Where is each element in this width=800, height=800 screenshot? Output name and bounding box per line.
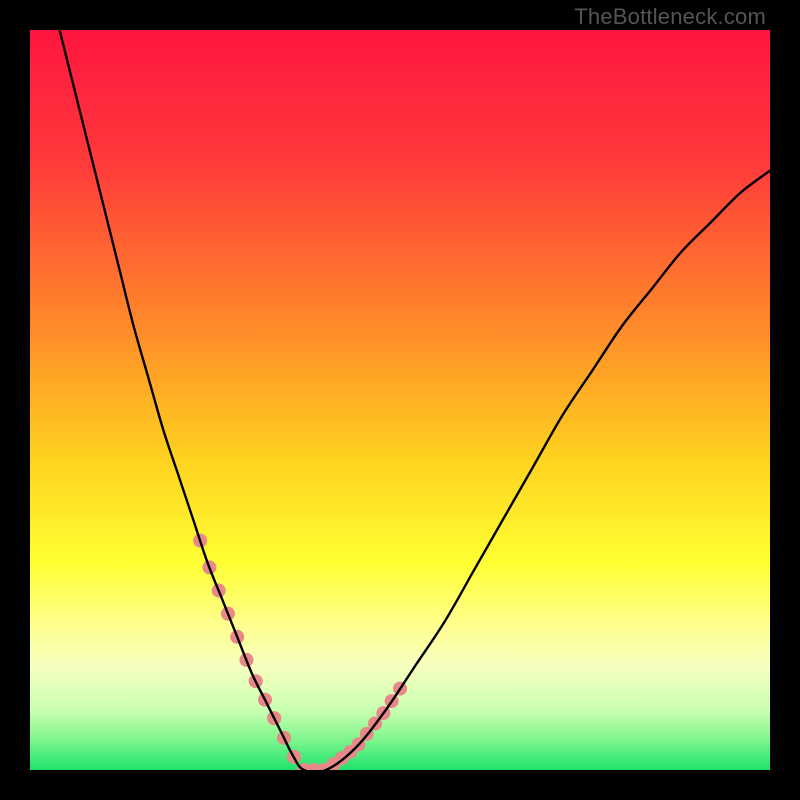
chart-frame: TheBottleneck.com (0, 0, 800, 800)
bottleneck-curve (60, 30, 770, 770)
watermark-text: TheBottleneck.com (574, 4, 766, 30)
highlight-markers (193, 534, 407, 770)
curve-layer (30, 30, 770, 770)
plot-area (30, 30, 770, 770)
